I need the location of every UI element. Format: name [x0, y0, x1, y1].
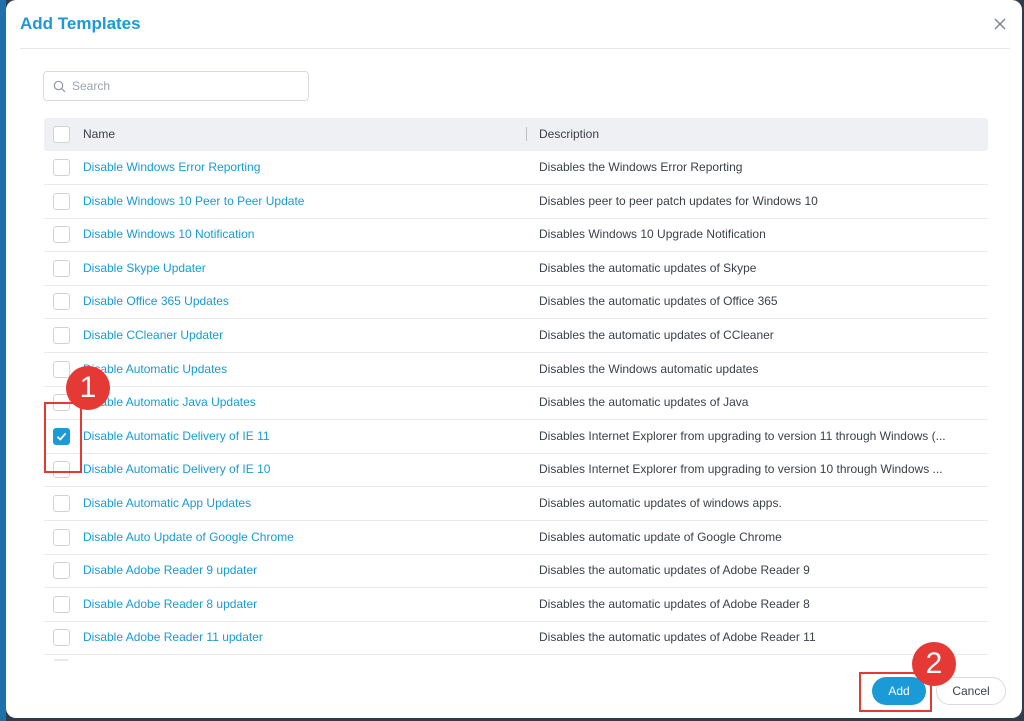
table-row[interactable]: Disable Office 365 Updates Disables the a…: [44, 285, 988, 320]
close-icon: [994, 18, 1006, 30]
template-name-link[interactable]: Disable Auto Update of Google Chrome: [83, 530, 294, 544]
row-checkbox[interactable]: [53, 259, 70, 277]
table-row[interactable]: Disable CCleaner Updater Disables the aut…: [44, 319, 988, 353]
row-checkbox[interactable]: [53, 595, 70, 613]
template-description: Disables Internet Explorer from upgradin…: [539, 428, 946, 443]
template-name-link[interactable]: Disable Office 365 Updates: [83, 294, 229, 308]
template-name-link[interactable]: Disable Skype Updater: [83, 261, 206, 275]
row-checkbox[interactable]: [53, 192, 70, 210]
template-name-link[interactable]: Disable Adobe Reader 8 updater: [83, 597, 257, 611]
template-description: Disables the Windows automatic updates: [539, 361, 759, 376]
template-name-link[interactable]: Disable Automatic Delivery of IE 10: [83, 462, 270, 476]
table-row[interactable]: Disable Windows Error Reporting Disables …: [44, 151, 988, 185]
row-checkbox[interactable]: [53, 562, 70, 580]
close-button[interactable]: [990, 14, 1010, 34]
template-name-link[interactable]: Disable Windows 10 Notification: [83, 227, 254, 241]
annotation-badge-1: 1: [66, 366, 110, 410]
column-header-description: Description: [539, 127, 600, 141]
template-description: Disables automatic update of Google Chro…: [539, 529, 782, 544]
table-row[interactable]: Disable Windows 10 Notification Disables …: [44, 218, 988, 253]
header-divider: [20, 48, 1010, 49]
table-row[interactable]: Disable Automatic Delivery of IE 11 Disab…: [44, 420, 988, 454]
template-description: Disables the automatic updates of Office…: [539, 294, 778, 309]
table-row[interactable]: Disable Automatic Delivery of IE 10 Disab…: [44, 453, 988, 488]
table-header: Name Description: [44, 118, 988, 151]
template-name-link[interactable]: Disable Automatic Java Updates: [83, 395, 256, 409]
template-description: Disables the automatic updates of Java: [539, 395, 749, 410]
row-checkbox[interactable]: [53, 528, 70, 546]
add-templates-dialog: Add Templates Name Description Disable W…: [6, 0, 1022, 718]
template-description: Disables the automatic updates of Skype: [539, 260, 757, 275]
table-row[interactable]: Disable Auto Update of Google Chrome Disa…: [44, 521, 988, 555]
template-description: Disables the automatic updates of Adobe …: [539, 630, 816, 645]
table-row[interactable]: Disable Automatic Updates Disables the Wi…: [44, 353, 988, 387]
template-name-link[interactable]: Disable Automatic App Updates: [83, 496, 251, 510]
template-description: Disables the automatic updates of Adobe …: [539, 563, 810, 578]
table-row[interactable]: Disable Adobe Reader 11 updater Disables …: [44, 621, 988, 656]
template-description: Disables Internet Explorer from upgradin…: [539, 462, 943, 477]
table-row[interactable]: Disable Skype Updater Disables the automa…: [44, 252, 988, 286]
row-checkbox[interactable]: [53, 293, 70, 311]
template-description: Disables the Windows Error Reporting: [539, 160, 743, 174]
column-header-name: Name: [83, 127, 116, 141]
search-input[interactable]: [70, 75, 304, 97]
table-row[interactable]: Disable Automatic Java Updates Disables t…: [44, 386, 988, 421]
row-checkbox[interactable]: [53, 629, 70, 647]
template-name-link[interactable]: Disable Adobe Reader 9 updater: [83, 563, 257, 577]
table-row[interactable]: Disable Automatic App Updates Disables au…: [44, 487, 988, 521]
next-row-edge: [54, 659, 68, 661]
column-resize-handle[interactable]: [526, 127, 527, 141]
template-description: Disables the automatic updates of CClean…: [539, 328, 774, 342]
dialog-title: Add Templates: [20, 14, 141, 33]
search-box[interactable]: [43, 71, 309, 101]
annotation-box-checkbox: [44, 402, 82, 473]
row-checkbox[interactable]: [53, 159, 70, 176]
table-row[interactable]: Disable Adobe Reader 8 updater Disables t…: [44, 588, 988, 622]
template-name-link[interactable]: Disable Windows Error Reporting: [83, 160, 260, 174]
row-checkbox[interactable]: [53, 226, 70, 244]
select-all-checkbox[interactable]: [53, 126, 70, 143]
templates-table: Name Description Disable Windows Error R…: [44, 118, 988, 660]
search-icon: [53, 80, 66, 93]
annotation-badge-2: 2: [912, 642, 956, 686]
template-name-link[interactable]: Disable Windows 10 Peer to Peer Update: [83, 194, 304, 208]
template-description: Disables automatic updates of windows ap…: [539, 496, 782, 510]
template-name-link[interactable]: Disable CCleaner Updater: [83, 328, 223, 342]
row-checkbox[interactable]: [53, 327, 70, 344]
table-row[interactable]: Disable Windows 10 Peer to Peer Update Di…: [44, 185, 988, 219]
table-row[interactable]: Disable Adobe Reader 9 updater Disables t…: [44, 554, 988, 589]
template-name-link[interactable]: Disable Automatic Delivery of IE 11: [83, 429, 270, 443]
template-name-link[interactable]: Disable Adobe Reader 11 updater: [83, 630, 263, 644]
template-description: Disables peer to peer patch updates for …: [539, 193, 818, 208]
template-description: Disables the automatic updates of Adobe …: [539, 596, 810, 611]
template-description: Disables Windows 10 Upgrade Notification: [539, 227, 766, 242]
row-checkbox[interactable]: [53, 495, 70, 512]
row-checkbox[interactable]: [53, 360, 70, 378]
